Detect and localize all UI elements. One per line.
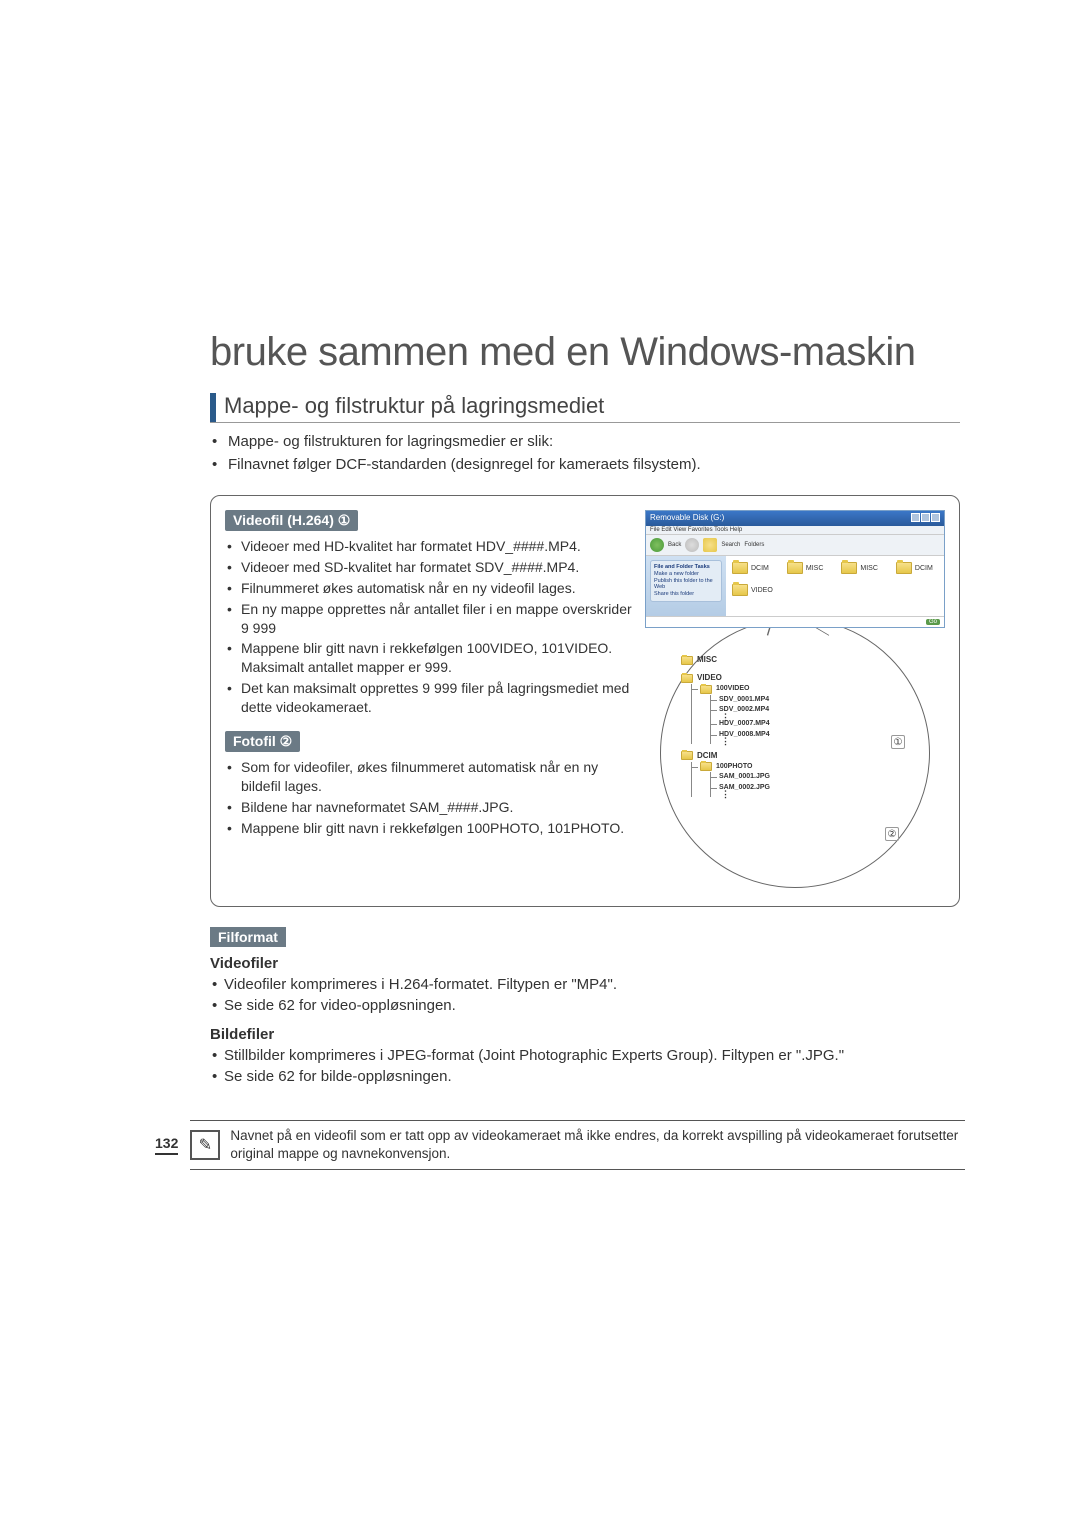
page-main-title: bruke sammen med en Windows-maskin <box>210 330 960 375</box>
folder-label: MISC <box>806 565 824 572</box>
tree-label: 100VIDEO <box>716 684 749 695</box>
side-header: File and Folder Tasks <box>654 564 718 570</box>
explorer-toolbar: Back Search Folders <box>646 535 944 556</box>
footnote-text: Navnet på en videofil som er tatt opp av… <box>230 1127 965 1163</box>
folder-icon <box>681 751 693 760</box>
tree-label: DCIM <box>697 750 717 762</box>
tree-node: 100PHOTO <box>700 762 919 773</box>
folder-label: MISC <box>860 565 878 572</box>
explorer-window: Removable Disk (G:) File Edit View Favor… <box>645 510 945 628</box>
side-item: Make a new folder <box>654 571 718 577</box>
folder-icon <box>841 562 857 574</box>
list-item: Filnummeret økes automatisk når en ny vi… <box>241 579 633 598</box>
page-number: 132 <box>155 1135 178 1155</box>
list-item: En ny mappe opprettes når antallet filer… <box>241 600 633 638</box>
tree-label: 100PHOTO <box>716 762 752 773</box>
list-item: Bildene har navneformatet SAM_####.JPG. <box>241 798 633 817</box>
list-item: Som for videofiler, økes filnummeret aut… <box>241 758 633 796</box>
video-format-bullets: Videofiler komprimeres i H.264-formatet.… <box>210 974 960 1016</box>
go-button: Go <box>926 619 940 625</box>
video-bullets: Videoer med HD-kvalitet har formatet HDV… <box>225 537 633 717</box>
tree-node-dcim: DCIM <box>681 750 919 762</box>
accent-bar <box>210 393 216 422</box>
explorer-address: Go <box>646 616 944 627</box>
tree-leaf: SAM_0002.JPG <box>719 783 919 794</box>
folders-label: Folders <box>744 542 764 548</box>
photo-tag: Fotofil ② <box>225 731 300 752</box>
section-heading-row: Mappe- og filstruktur på lagringsmediet <box>210 393 960 423</box>
window-buttons <box>910 513 940 524</box>
list-item: Videoer med HD-kvalitet har formatet HDV… <box>241 537 633 556</box>
side-item: Share this folder <box>654 591 718 597</box>
photo-bullets: Som for videofiler, økes filnummeret aut… <box>225 758 633 838</box>
folder-label: VIDEO <box>751 587 773 594</box>
list-item: Mappene blir gitt navn i rekkefølgen 100… <box>241 819 633 838</box>
section-title: Mappe- og filstruktur på lagringsmediet <box>224 393 604 422</box>
note-icon: ✎ <box>190 1130 220 1160</box>
intro-bullets: Mappe- og filstrukturen for lagringsmedi… <box>210 431 960 475</box>
explorer-sidebar: File and Folder Tasks Make a new folder … <box>646 556 726 616</box>
tree-leaf: HDV_0007.MP4 <box>719 719 919 730</box>
folder-item: MISC <box>841 562 878 574</box>
folder-item: VIDEO <box>732 584 773 596</box>
tree-leaf: HDV_0008.MP4 <box>719 730 919 741</box>
intro-bullet: Mappe- og filstrukturen for lagringsmedi… <box>228 431 960 452</box>
tree-node-misc: MISC <box>681 654 919 666</box>
folder-item: MISC <box>787 562 824 574</box>
explorer-title-text: Removable Disk (G:) <box>650 513 724 524</box>
callout-circle: ① ② MISC VIDEO 100VIDEO SDV_0001.MP4 SDV… <box>660 618 930 888</box>
intro-bullet: Filnavnet følger DCF-standarden (designr… <box>228 454 960 475</box>
tree-dots: ⋮ <box>719 793 919 797</box>
forward-icon <box>685 538 699 552</box>
tree-label: MISC <box>697 654 717 666</box>
list-item: Det kan maksimalt opprettes 9 999 filer … <box>241 679 633 717</box>
search-label: Search <box>721 542 740 548</box>
folder-icon <box>700 762 712 771</box>
tree-leaf: SDV_0002.MP4 <box>719 705 919 716</box>
list-item: Stillbilder komprimeres i JPEG-format (J… <box>224 1045 960 1066</box>
image-format-bullets: Stillbilder komprimeres i JPEG-format (J… <box>210 1045 960 1087</box>
tree-node: 100VIDEO <box>700 684 919 695</box>
info-box: Videofil (H.264) ① Videoer med HD-kvalit… <box>210 495 960 907</box>
page-footer: 132 ✎ Navnet på en videofil som er tatt … <box>155 1120 965 1170</box>
back-icon <box>650 538 664 552</box>
folder-icon <box>681 674 693 683</box>
image-subhead: Bildefiler <box>210 1026 960 1043</box>
list-item: Mappene blir gitt navn i rekkefølgen 100… <box>241 639 633 677</box>
list-item: Videoer med SD-kvalitet har formatet SDV… <box>241 558 633 577</box>
marker-2: ② <box>885 827 899 841</box>
tree-leaf: SAM_0001.JPG <box>719 772 919 783</box>
folder-item: DCIM <box>732 562 769 574</box>
folder-icon <box>896 562 912 574</box>
folder-icon <box>681 656 693 665</box>
folder-label: DCIM <box>915 565 933 572</box>
list-item: Se side 62 for bilde-oppløsningen. <box>224 1066 960 1087</box>
folder-item: DCIM <box>896 562 933 574</box>
filformat-tag: Filformat <box>210 927 286 947</box>
back-label: Back <box>668 542 681 548</box>
explorer-titlebar: Removable Disk (G:) <box>646 511 944 526</box>
list-item: Videofiler komprimeres i H.264-formatet.… <box>224 974 960 995</box>
explorer-menu: File Edit View Favorites Tools Help <box>646 526 944 535</box>
diagram-panel: Removable Disk (G:) File Edit View Favor… <box>645 510 945 888</box>
video-subhead: Videofiler <box>210 955 960 972</box>
side-item: Publish this folder to the Web <box>654 578 718 590</box>
list-item: Se side 62 for video-oppløsningen. <box>224 995 960 1016</box>
explorer-main: DCIM MISC MISC DCIM VIDEO <box>726 556 944 616</box>
folder-icon <box>732 562 748 574</box>
video-tag: Videofil (H.264) ① <box>225 510 358 531</box>
folder-tree: MISC VIDEO 100VIDEO SDV_0001.MP4 SDV_000… <box>681 649 919 797</box>
folder-icon <box>700 685 712 694</box>
tree-label: VIDEO <box>697 672 722 684</box>
up-icon <box>703 538 717 552</box>
tree-leaf: SDV_0001.MP4 <box>719 695 919 706</box>
folder-icon <box>732 584 748 596</box>
tree-node-video: VIDEO <box>681 672 919 684</box>
folder-icon <box>787 562 803 574</box>
folder-label: DCIM <box>751 565 769 572</box>
